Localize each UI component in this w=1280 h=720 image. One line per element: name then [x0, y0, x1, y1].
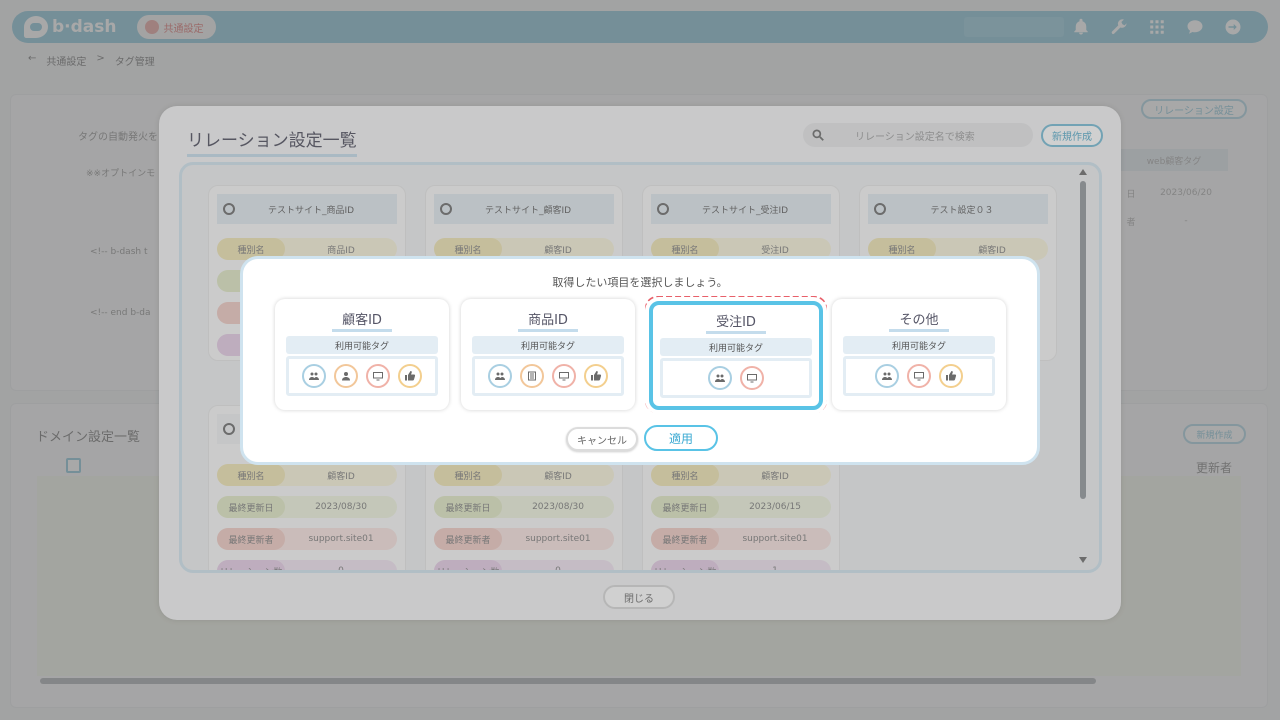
cancel-button[interactable]: キャンセル [566, 427, 638, 451]
thumbs-up-icon [584, 364, 608, 388]
available-tags-label: 利用可能タグ [660, 338, 812, 356]
thumbs-up-icon [939, 364, 963, 388]
available-tags-label: 利用可能タグ [843, 336, 995, 354]
available-tags-label: 利用可能タグ [472, 336, 624, 354]
option-other[interactable]: その他 利用可能タグ [832, 299, 1006, 410]
option-name: 商品ID [518, 309, 578, 332]
option-order-id[interactable]: 受注ID 利用可能タグ [649, 301, 823, 410]
available-tags-label: 利用可能タグ [286, 336, 438, 354]
option-product-id[interactable]: 商品ID 利用可能タグ [461, 299, 635, 410]
option-name: 顧客ID [332, 309, 392, 332]
thumbs-up-icon [398, 364, 422, 388]
monitor-icon [366, 364, 390, 388]
group-icon [488, 364, 512, 388]
dialog-title: 取得したい項目を選択しましょう。 [552, 276, 728, 289]
monitor-icon [552, 364, 576, 388]
person-icon [334, 364, 358, 388]
monitor-icon [740, 366, 764, 390]
apply-button[interactable]: 適用 [644, 425, 718, 451]
group-icon [708, 366, 732, 390]
option-customer-id[interactable]: 顧客ID 利用可能タグ [275, 299, 449, 410]
option-name: その他 [889, 309, 949, 332]
option-name: 受注ID [706, 311, 766, 334]
monitor-icon [907, 364, 931, 388]
list-icon [520, 364, 544, 388]
id-type-select-dialog: 取得したい項目を選択しましょう。 顧客ID 利用可能タグ 商品ID 利用可能タグ… [240, 256, 1040, 465]
group-icon [875, 364, 899, 388]
group-icon [302, 364, 326, 388]
